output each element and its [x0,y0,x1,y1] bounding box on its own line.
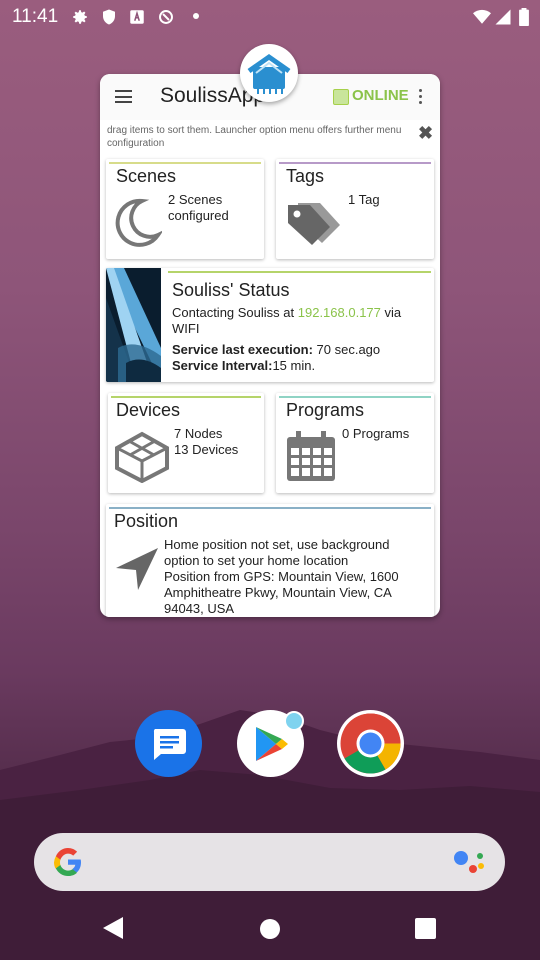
position-line-2: option to set your home location [164,553,349,568]
position-line-5: 94043, USA [164,601,235,616]
programs-tile[interactable]: Programs 0 Programs [276,393,434,493]
data-saver-icon [159,10,173,24]
last-exec-value: 70 sec.ago [316,342,381,357]
via-label: via [384,305,402,320]
tags-tile[interactable]: Tags 1 Tag [276,159,434,259]
notification-dot [193,13,199,19]
scenes-tile[interactable]: Scenes 2 Scenes configured [106,159,264,259]
status-bar: 11:41 [0,0,540,34]
status-tile[interactable]: Souliss' Status Contacting Souliss at 19… [106,268,434,382]
messages-app-icon[interactable] [135,710,202,777]
service-interval: Service Interval:15 min. [172,358,315,374]
programs-accent-bar [279,396,431,398]
battery-icon [519,8,529,26]
settings-icon [73,10,87,24]
position-title: Position [114,511,179,531]
overflow-menu-icon[interactable] [419,89,423,107]
status-time: 11:41 [12,6,59,27]
scenes-accent-bar [109,162,261,164]
play-store-app-icon[interactable] [237,710,304,777]
google-assistant-icon[interactable] [452,847,486,877]
programs-count: 0 Programs [342,426,410,441]
recents-icon[interactable] [415,918,436,939]
last-exec-label: Service last execution: [172,342,313,357]
tags-accent-bar [279,162,431,164]
position-line-4: Amphitheatre Pkwy, Mountain View, CA [164,585,392,600]
scenes-configured: configured [168,208,229,223]
contacting-label: Contacting Souliss at [172,305,295,320]
souliss-ip: 192.168.0.177 [297,305,381,320]
shield-icon [103,9,115,25]
devices-title: Devices [116,400,181,420]
interval-value: 15 min. [272,358,316,373]
tags-icon [288,203,340,245]
wifi-icon [473,9,491,24]
position-tile[interactable]: Position Home position not set, use back… [106,504,434,617]
nodes-count: 7 Nodes [174,426,223,441]
devices-accent-bar [111,396,261,398]
devices-count: 13 Devices [174,442,239,457]
status-accent-bar [168,271,431,273]
status-title: Souliss' Status [172,280,290,300]
home-icon[interactable] [259,918,281,940]
status-artwork [106,268,161,382]
messages-icon [153,729,186,760]
chrome-icon [340,713,401,774]
back-icon[interactable] [101,915,125,941]
font-a-icon [130,10,144,24]
menu-icon[interactable] [115,90,132,103]
update-badge [284,711,304,731]
soulissapp-logo [240,44,298,102]
cube-icon [115,431,169,483]
wallpaper-mountains [0,710,540,960]
chip-house-icon [247,53,291,94]
scenes-count: 2 Scenes [168,192,223,207]
status-contacting: Contacting Souliss at 192.168.0.177 via [172,305,430,321]
chrome-app-icon[interactable] [337,710,404,777]
tags-count: 1 Tag [348,192,380,207]
position-line-1: Home position not set, use background [164,537,390,552]
scenes-title: Scenes [116,166,177,186]
google-g-icon [54,848,81,876]
devices-tile[interactable]: Devices 7 Nodes 13 Devices [108,393,264,493]
online-indicator-icon [333,89,349,105]
position-line-3: Position from GPS: Mountain View, 1600 [164,569,399,584]
navigation-arrow-icon [116,548,158,590]
interval-label: Service Interval: [172,358,273,373]
soulissapp-widget[interactable]: SoulissApp ONLINE drag items to sort the… [100,74,440,617]
programs-title: Programs [286,400,365,420]
moon-icon [115,198,162,247]
close-hint-button[interactable]: ✖ [418,123,433,144]
online-status: ONLINE [352,87,409,104]
play-store-icon [256,727,288,761]
hint-text: drag items to sort them. Launcher option… [107,125,402,149]
network-type: WIFI [172,321,200,336]
calendar-icon [287,431,335,481]
service-last-execution: Service last execution: 70 sec.ago [172,342,380,358]
google-search-bar[interactable] [34,833,505,891]
tags-title: Tags [286,166,325,186]
signal-icon [495,9,511,25]
position-accent-bar [109,507,431,509]
